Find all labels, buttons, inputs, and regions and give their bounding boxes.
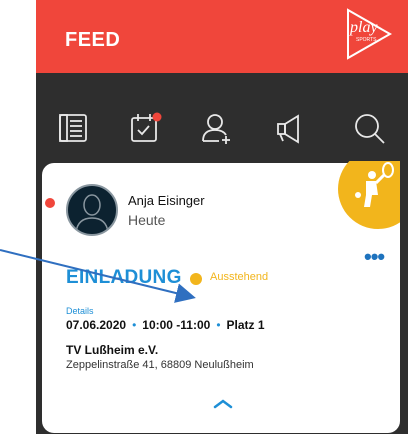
chevron-up-icon[interactable] [213,399,233,409]
club-name: TV Lußheim e.V. [66,343,159,357]
status-badge: Ausstehend [210,271,269,283]
user-name: Anja Eisinger [128,193,205,208]
unread-indicator [45,198,55,208]
more-options-button[interactable]: ••• [364,246,385,268]
avatar[interactable] [66,184,118,236]
svg-text:play: play [349,19,378,36]
post-date: Heute [128,212,166,228]
search-icon[interactable] [352,111,386,145]
svg-text:SPORTS: SPORTS [356,37,377,43]
app-screen: FEED play SPORTS Anja Eisinger Heute •••… [36,0,408,434]
details-row: 07.06.2020 • 10:00 -11:00 • Platz 1 [66,318,265,332]
event-date: 07.06.2020 [66,318,127,332]
status-dot [190,273,202,285]
club-address: Zeppelinstraße 41, 68809 Neulußheim [66,359,254,371]
tennis-player-icon [338,161,400,229]
event-time: 10:00 -11:00 [142,318,211,332]
details-label: Details [66,306,94,316]
feed-icon-bar [36,73,408,163]
invitation-card[interactable]: Anja Eisinger Heute ••• EINLADUNG Ausste… [42,161,400,433]
play-sports-logo[interactable]: play SPORTS [342,8,394,60]
megaphone-icon[interactable] [274,111,308,145]
add-user-icon[interactable] [199,111,233,145]
invitation-type: EINLADUNG [66,267,182,288]
newspaper-icon[interactable] [56,111,90,145]
page-title: FEED [65,29,121,51]
calendar-check-icon[interactable] [128,111,162,145]
top-header: FEED play SPORTS [36,0,408,73]
event-court: Platz 1 [226,318,265,332]
